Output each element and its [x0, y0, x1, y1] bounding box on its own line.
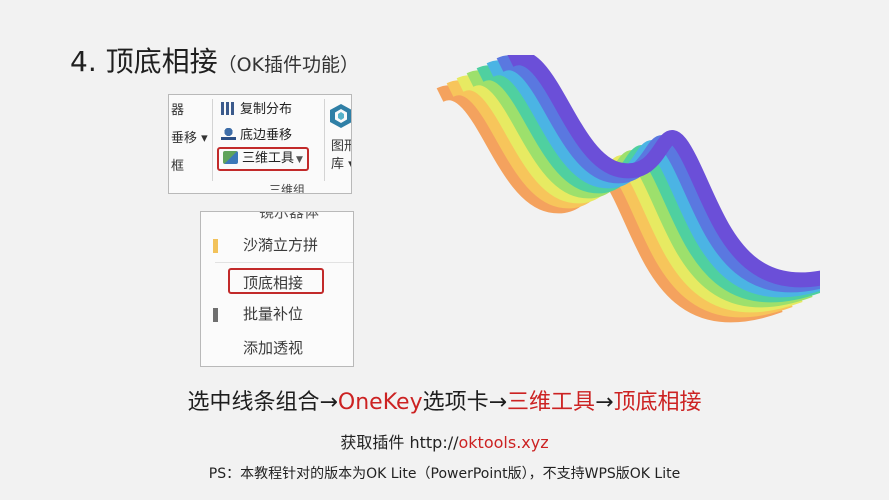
menu-item-marker — [213, 308, 218, 322]
ribbon-fragment: 器 — [171, 103, 185, 118]
3d-tools-dropdown[interactable]: 三维工具 ▼ — [217, 147, 309, 171]
ps-note: PS：本教程针对的版本为OK Lite（PowerPoint版），不支持WPS版… — [208, 466, 681, 482]
bottom-shift-button[interactable]: 底边垂移 — [221, 125, 292, 147]
bottom-shift-icon — [221, 128, 236, 141]
link-prefix: 获取插件 http:// — [340, 433, 459, 452]
menu-item-label: 顶底相接 — [243, 274, 304, 292]
copy-distribute-button[interactable]: 复制分布 — [221, 99, 292, 121]
ribbon-item-label: 复制分布 — [240, 102, 293, 117]
caption-part-highlight: 顶底相接 — [613, 390, 702, 415]
instruction-caption: 选中线条组合→OneKey选项卡→三维工具→顶底相接 — [0, 384, 889, 416]
menu-item-add-perspective[interactable]: 添加透视 — [243, 337, 303, 358]
title-main: 4. 顶底相接 — [70, 45, 218, 78]
menu-item-marker — [213, 239, 218, 253]
caption-part-highlight: OneKey — [337, 390, 423, 415]
cube-icon — [223, 151, 238, 164]
menu-item-sand-cube[interactable]: 沙漪立方拼 — [243, 234, 318, 255]
hexagon-icon[interactable] — [329, 103, 352, 129]
plugin-link-line: 获取插件 http://oktools.xyz — [0, 429, 889, 453]
ribbon-fragment[interactable]: 垂移 ▾ — [171, 127, 208, 146]
ribbon-fragment[interactable]: 库 ▾ — [331, 153, 351, 172]
menu-item-top-bottom-connect[interactable]: 顶底相接 — [228, 268, 324, 294]
ribbon-item-label: 三维工具 — [242, 151, 295, 166]
slide-title: 4. 顶底相接（OK插件功能） — [70, 42, 359, 85]
plugin-link[interactable]: oktools.xyz — [459, 433, 549, 452]
rainbow-3d-ribbon — [436, 55, 820, 323]
copy-distribute-icon — [221, 102, 236, 115]
menu-item-cut[interactable]: 镜示器体 — [259, 212, 319, 222]
caption-part: 选项卡→ — [422, 390, 508, 415]
caption-part-highlight: 三维工具 — [507, 390, 596, 415]
ribbon-item-label: 底边垂移 — [240, 128, 293, 143]
menu-item-batch-fill[interactable]: 批量补位 — [243, 303, 303, 324]
menu-divider — [215, 262, 353, 263]
ribbon-group-label: 三维组 — [269, 183, 306, 194]
ribbon-fragment[interactable]: 图形 — [331, 135, 351, 154]
ribbon-screenshot: 器 垂移 ▾ 框 复制分布 底边垂移 三维工具▼ 三维组 图形 库 ▾ — [168, 94, 352, 194]
chevron-down-icon: ▼ — [296, 155, 303, 165]
caption-part: → — [595, 390, 614, 415]
ribbon-fragment: 框 — [171, 159, 185, 174]
ribbon-divider — [324, 99, 325, 181]
caption-part: 选中线条组合→ — [187, 390, 338, 415]
dropdown-menu-screenshot: 镜示器体 沙漪立方拼 顶底相接 批量补位 添加透视 — [200, 211, 354, 367]
ribbon-divider — [212, 99, 213, 181]
title-sub: （OK插件功能） — [217, 54, 360, 76]
